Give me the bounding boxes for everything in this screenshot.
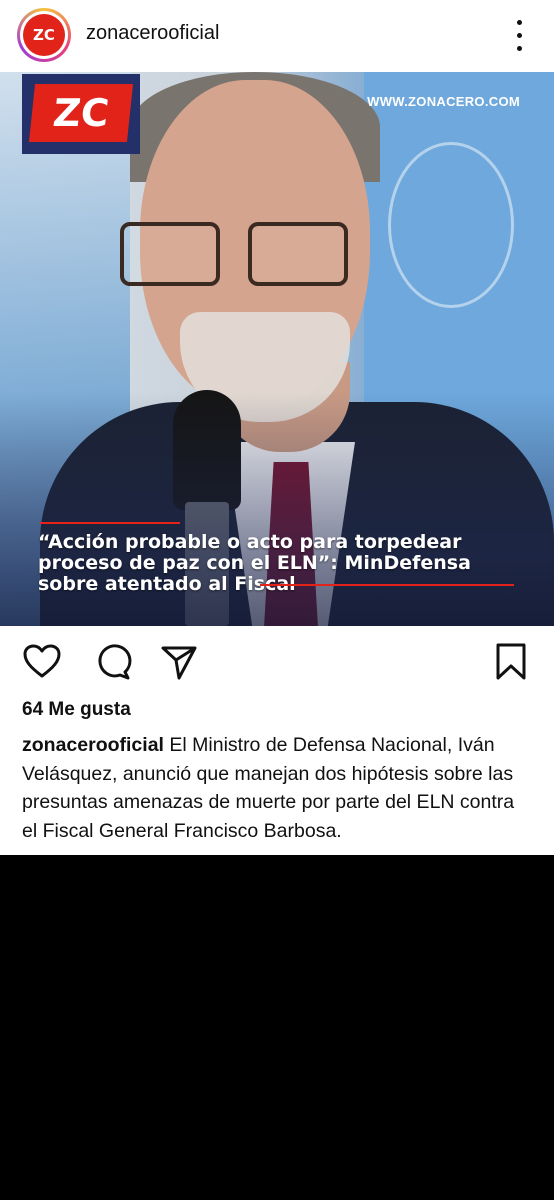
dot <box>517 46 522 51</box>
caption-username[interactable]: zonacerooficial <box>22 734 164 756</box>
post-header: ZC zonacerooficial <box>0 0 554 72</box>
post-image[interactable]: ZC WWW.ZONACERO.COM “Acción probable o a… <box>0 72 554 626</box>
zc-logo-text: ZC <box>28 84 134 142</box>
bookmark-icon[interactable] <box>491 642 531 682</box>
site-url: WWW.ZONACERO.COM <box>367 94 520 109</box>
post-card: ZC zonacerooficial ZC WWW.ZONACERO.COM “… <box>0 0 554 855</box>
avatar[interactable]: ZC <box>17 8 71 62</box>
glasses-right <box>248 222 348 286</box>
headline-rule <box>260 584 514 586</box>
headline-rule <box>40 522 180 524</box>
glasses-left <box>120 222 220 286</box>
heart-icon[interactable] <box>22 642 62 682</box>
more-options-icon[interactable] <box>505 18 535 54</box>
action-bar <box>0 630 554 690</box>
un-emblem <box>388 142 514 308</box>
avatar-frame: ZC <box>20 11 68 59</box>
dot <box>517 33 522 38</box>
like-count[interactable]: 64 Me gusta <box>22 699 131 721</box>
comment-icon[interactable] <box>92 642 132 682</box>
send-icon[interactable] <box>159 642 199 682</box>
post-caption: zonacerooficial El Ministro de Defensa N… <box>22 731 534 845</box>
dot <box>517 20 522 25</box>
post-username[interactable]: zonacerooficial <box>86 22 219 45</box>
zc-logo: ZC <box>22 74 140 154</box>
avatar-logo: ZC <box>23 14 65 56</box>
